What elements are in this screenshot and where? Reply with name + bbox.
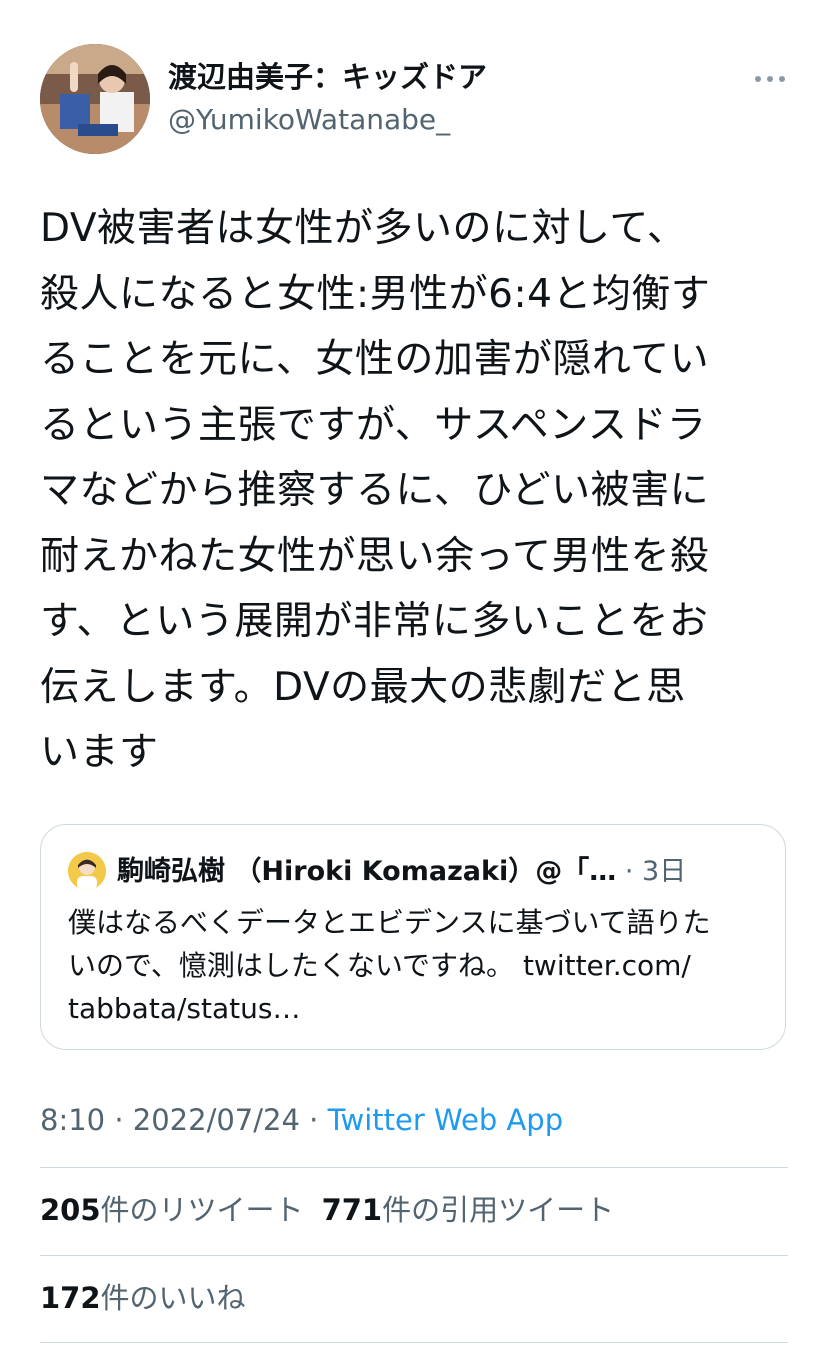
likes-label: 件のいいね <box>100 1281 246 1315</box>
likes-count: 172 <box>40 1281 101 1315</box>
tweet-text-line: DV被害者は女性が多いのに対して、 <box>40 206 687 251</box>
quoted-tweet-card[interactable]: 駒崎弘樹 （Hiroki Komazaki）@「… · 3日 僕はなるべくデータ… <box>40 824 786 1050</box>
retweets-count: 205 <box>40 1193 101 1227</box>
quoted-text-line: いので、憶測はしたくないですね。 twitter.com/ <box>68 949 691 982</box>
retweet-stats-row: 205件のリツイート 771件の引用ツイート <box>40 1190 632 1230</box>
quoted-tweet-time: 3日 <box>642 856 687 887</box>
retweets-stat[interactable]: 205件のリツイート <box>40 1190 304 1230</box>
tweet-text-line: 耐えかねた女性が思い余って男性を殺 <box>40 533 710 579</box>
quoted-author-avatar <box>68 852 106 890</box>
retweets-label: 件のリツイート <box>100 1193 304 1227</box>
tweet-text-line: す、という展開が非常に多いことをお <box>40 599 709 644</box>
quoted-author-name: 駒崎弘樹 （Hiroki Komazaki）@「… <box>117 856 617 887</box>
author-avatar-image <box>40 44 150 154</box>
tweet-text: DV被害者は女性が多いのに対して、 殺人になると女性:男性が6:4と均衡す るこ… <box>40 196 790 786</box>
quoted-separator: · <box>624 856 634 887</box>
tweet-text-line: 殺人になると女性:男性が6:4と均衡す <box>40 271 711 317</box>
tweet-text-line: るという主張ですが、サスペンスドラ <box>40 402 707 448</box>
divider <box>40 1342 788 1343</box>
tweet-text-line: マなどから推察するに、ひどい被害に <box>40 468 710 513</box>
tweet-text-line: ることを元に、女性の加害が隠れてい <box>40 337 710 382</box>
meta-separator: · <box>299 1103 328 1137</box>
more-horizontal-icon[interactable] <box>752 66 788 92</box>
meta-separator: · <box>105 1103 133 1137</box>
quoted-text-line: 僕はなるべくデータとエビデンスに基づいて語りた <box>68 906 711 939</box>
divider <box>40 1167 788 1168</box>
likes-stat[interactable]: 172件のいいね <box>40 1278 246 1318</box>
quotes-label: 件の引用ツイート <box>382 1193 615 1227</box>
tweet-text-line: 伝えします。DVの最大の悲劇だと思 <box>40 664 686 710</box>
author-display-name[interactable]: 渡辺由美子：キッズドア <box>168 58 487 96</box>
quotes-stat[interactable]: 771件の引用ツイート <box>322 1190 615 1230</box>
likes-stats-row: 172件のいいね <box>40 1278 264 1318</box>
tweet-source-link[interactable]: Twitter Web App <box>328 1103 564 1137</box>
quoted-text-line: tabbata/status… <box>68 992 301 1025</box>
author-handle[interactable]: @YumikoWatanabe_ <box>168 101 450 139</box>
author-avatar[interactable] <box>40 44 150 154</box>
divider <box>40 1255 788 1256</box>
quoted-tweet-text: 僕はなるべくデータとエビデンスに基づいて語りた いので、憶測はしたくないですね。… <box>68 901 768 1030</box>
quotes-count: 771 <box>321 1193 383 1227</box>
tweet-meta: 8:10 · 2022/07/24 · Twitter Web App <box>40 1100 563 1140</box>
tweet-text-line: います <box>40 730 159 775</box>
tweet-date[interactable]: 2022/07/24 <box>133 1103 300 1137</box>
tweet-time[interactable]: 8:10 <box>40 1103 105 1137</box>
quoted-tweet-header: 駒崎弘樹 （Hiroki Komazaki）@「… · 3日 <box>117 853 767 891</box>
